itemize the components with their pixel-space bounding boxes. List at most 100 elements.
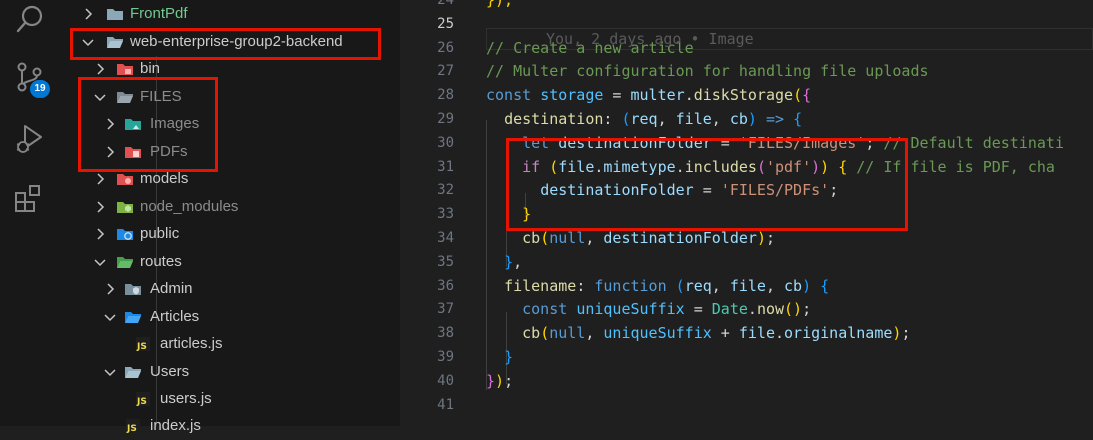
code-token: const [486, 86, 532, 105]
tree-item-users[interactable]: Users [60, 359, 400, 386]
line-number: 37 [437, 301, 454, 318]
tree-item-label: models [140, 170, 189, 187]
code-token: ( [675, 276, 685, 295]
code-token: filename [504, 276, 577, 295]
folder-node-icon [117, 202, 133, 213]
code-line: }); [486, 372, 513, 390]
code-token: uniqueSuffix [603, 324, 712, 343]
line-number: 39 [437, 349, 454, 365]
code-token: } [504, 252, 514, 271]
javascript-file-icon: JS [126, 419, 140, 434]
code-token: ; [765, 229, 775, 247]
search-icon[interactable] [13, 2, 47, 36]
tree-item-label: public [140, 225, 180, 242]
folder-icon [107, 9, 123, 20]
code-token: file [738, 324, 775, 343]
chevron-right-icon [97, 228, 105, 240]
code-token: , [711, 276, 730, 295]
code-token: diskStorage [693, 86, 794, 105]
line-number: 33 [437, 206, 454, 223]
tree-item-index-js[interactable]: JS index.js [60, 413, 400, 440]
tree-item-articles-js[interactable]: JS articles.js [60, 331, 400, 358]
code-token: ( [621, 110, 631, 128]
code-token: , [513, 252, 523, 271]
line-number: 27 [437, 63, 454, 80]
line-number: 32 [437, 182, 454, 199]
code-token: . [684, 86, 694, 105]
code-token: , [657, 110, 676, 128]
activity-bar: 19 [0, 0, 60, 426]
chevron-down-icon [94, 259, 106, 267]
chevron-right-icon [97, 63, 105, 75]
line-number: 34 [437, 230, 454, 246]
code-token: file [729, 276, 766, 295]
code-token: ( [793, 86, 803, 105]
code-token: } [486, 371, 496, 390]
code-token: // Default destinati [883, 133, 1064, 152]
line-number: 29 [437, 111, 454, 127]
chevron-right-icon [107, 283, 115, 295]
code-line: const uniqueSuffix = Date.now(); [486, 300, 811, 318]
tree-item-frontpdf[interactable]: FrontPdf [60, 1, 400, 28]
line-number: 24 [437, 0, 454, 8]
chevron-right-icon [97, 201, 105, 213]
code-line: } [486, 348, 513, 366]
tree-item-articles[interactable]: Articles [60, 304, 400, 331]
javascript-file-icon: JS [136, 392, 150, 407]
code-token: function [594, 276, 667, 295]
code-token: , [711, 110, 730, 128]
code-token: : [603, 110, 622, 128]
code-token: ; [901, 324, 911, 343]
tree-item-users-js[interactable]: JS users.js [60, 386, 400, 413]
code-token: { [820, 276, 830, 295]
code-token: . [775, 324, 785, 343]
code-token: ( [540, 324, 550, 343]
code-token: () [784, 300, 803, 319]
code-token: req [684, 276, 712, 295]
code-token: null [549, 229, 586, 247]
code-token: , [585, 229, 604, 247]
tree-item-node-modules[interactable]: node_modules [60, 194, 400, 221]
code-token: storage [540, 86, 604, 105]
explorer-sidebar: FrontPdf web-enterprise-group2-backend b… [60, 0, 436, 434]
folder-open-icon [125, 312, 141, 323]
line-number: 28 [437, 87, 454, 104]
tree-item-label: users.js [160, 390, 212, 407]
code-token: destination [504, 110, 604, 128]
line-number: 30 [437, 134, 454, 151]
code-token: ) [747, 110, 757, 128]
tree-item-admin[interactable]: Admin [60, 276, 400, 303]
folder-routes-icon [117, 257, 133, 268]
code-line: // Multer configuration for handling fil… [486, 62, 929, 80]
code-token: const [522, 300, 568, 319]
line-number: 36 [437, 277, 454, 294]
code-token: // Multer configuration for handling fil… [486, 62, 929, 81]
code-token: Date [711, 300, 748, 319]
code-line: destination: (req, file, cb) => { [486, 110, 802, 128]
code-token: originalname [784, 324, 893, 343]
code-token: ; [802, 300, 812, 319]
code-token: now [756, 300, 785, 319]
svg-text:JS: JS [136, 397, 147, 407]
tree-item-label: articles.js [160, 335, 223, 352]
extensions-icon[interactable] [13, 182, 47, 216]
code-token: + [711, 324, 739, 343]
code-token: } [504, 348, 514, 366]
code-token: cb [522, 229, 541, 247]
tree-item-routes[interactable]: routes [60, 249, 400, 276]
svg-text:JS: JS [136, 342, 147, 352]
tree-item-public[interactable]: public [60, 221, 400, 248]
run-debug-icon[interactable] [13, 122, 47, 156]
folder-admin-icon [125, 284, 141, 295]
folder-database-icon [117, 174, 133, 185]
code-line: cb(null, destinationFolder); [486, 229, 775, 247]
highlight-box-project-root [70, 28, 381, 60]
highlight-box-destination-code [506, 138, 908, 231]
javascript-file-icon: JS [136, 337, 150, 352]
